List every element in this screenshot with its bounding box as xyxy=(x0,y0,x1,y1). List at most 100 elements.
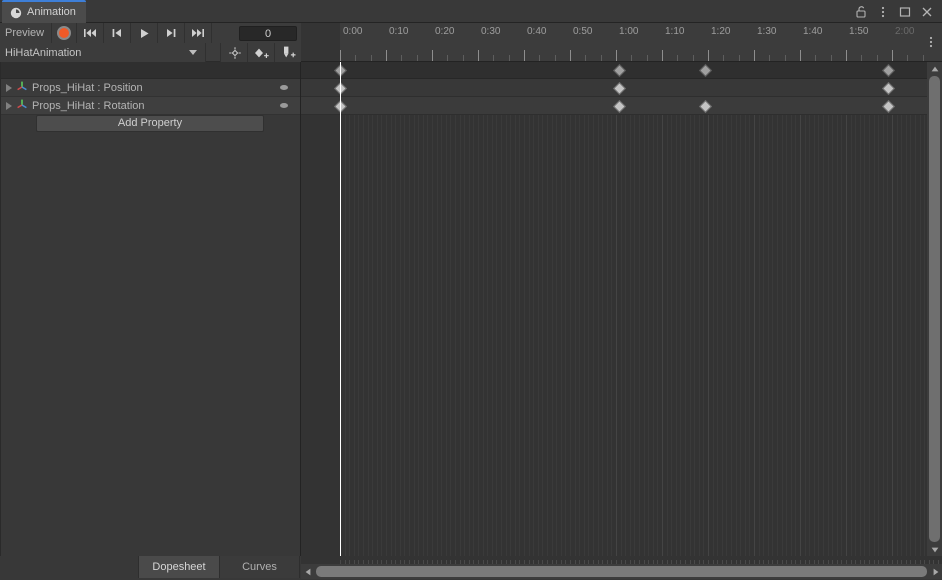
ruler-time-label: 0:10 xyxy=(389,26,409,37)
record-button[interactable] xyxy=(51,23,78,43)
grid-line-minor xyxy=(657,79,658,556)
timeline-ruler[interactable]: 0:00 0:10 0:20 0:30 0:40 0:50 1:00 1:10 1:20 1:30… xyxy=(301,23,942,62)
grid-line-minor xyxy=(404,79,405,556)
frame-input[interactable]: 0 xyxy=(239,25,297,41)
grid-line-minor xyxy=(372,79,373,556)
grid-line-second xyxy=(708,79,709,556)
grid-line-minor xyxy=(717,79,718,556)
grid-line-second xyxy=(662,79,663,556)
play-button[interactable] xyxy=(131,23,159,43)
add-keyframe-crosshair-button[interactable] xyxy=(220,43,248,62)
last-frame-button[interactable] xyxy=(185,23,213,43)
grid-line-minor xyxy=(860,79,861,556)
grid-line-minor xyxy=(855,79,856,556)
grid-line-minor xyxy=(565,79,566,556)
record-icon xyxy=(57,26,72,40)
ruler-major-tick xyxy=(386,50,387,61)
dopesheet-timeline[interactable] xyxy=(301,62,942,556)
grid-line-minor xyxy=(441,79,442,556)
grid-line-minor xyxy=(814,79,815,556)
prev-keyframe-button[interactable] xyxy=(104,23,132,43)
add-property-container: Add Property xyxy=(0,115,300,132)
grid-line-minor xyxy=(690,79,691,556)
grid-line-minor xyxy=(414,79,415,556)
grid-line-minor xyxy=(519,79,520,556)
grid-line-minor xyxy=(818,79,819,556)
horizontal-scroll-thumb[interactable] xyxy=(316,566,927,577)
grid-line-minor xyxy=(915,79,916,556)
add-property-button[interactable]: Add Property xyxy=(36,115,264,132)
scroll-down-arrow-icon[interactable] xyxy=(928,543,941,556)
skip-forward-icon xyxy=(192,29,205,37)
ruler-time-label: 0:40 xyxy=(527,26,547,37)
grid-line-minor xyxy=(368,79,369,556)
ruler-minor-tick xyxy=(463,55,464,61)
ruler-minor-tick xyxy=(539,55,540,61)
ruler-major-tick xyxy=(846,50,847,61)
add-event-button[interactable] xyxy=(274,43,302,62)
vertical-scrollbar[interactable] xyxy=(927,62,942,556)
clip-name-label: HiHatAnimation xyxy=(5,46,82,59)
property-row-rotation[interactable]: Props_HiHat : Rotation xyxy=(0,97,300,115)
timeline-options-icon[interactable] xyxy=(924,23,938,61)
horizontal-scrollbar[interactable] xyxy=(301,564,942,579)
grid-line-minor xyxy=(772,79,773,556)
next-keyframe-button[interactable] xyxy=(158,23,186,43)
lock-icon[interactable] xyxy=(850,1,872,23)
grid-line-minor xyxy=(556,79,557,556)
grid-line-minor xyxy=(460,79,461,556)
ruler-major-tick xyxy=(340,50,341,61)
grid-line-minor xyxy=(685,79,686,556)
diamond-plus-icon xyxy=(254,48,269,58)
grid-line-minor xyxy=(386,79,387,556)
grid-line-minor xyxy=(395,79,396,556)
grid-line-minor xyxy=(653,79,654,556)
playhead-line[interactable] xyxy=(340,62,341,556)
grid-line-minor xyxy=(648,79,649,556)
foldout-arrow-icon[interactable] xyxy=(6,83,12,92)
maximize-icon[interactable] xyxy=(894,1,916,23)
ruler-minor-tick xyxy=(815,55,816,61)
grid-line-minor xyxy=(391,79,392,556)
grid-line-minor xyxy=(736,79,737,556)
scroll-right-arrow-icon[interactable] xyxy=(929,564,942,579)
grid-line-minor xyxy=(524,79,525,556)
grid-line-minor xyxy=(423,79,424,556)
step-backward-icon xyxy=(112,29,122,37)
grid-line-minor xyxy=(768,79,769,556)
grid-line-minor xyxy=(607,79,608,556)
first-frame-button[interactable] xyxy=(77,23,105,43)
curve-indicator-dot[interactable] xyxy=(280,85,288,90)
add-keyframe-button[interactable] xyxy=(247,43,275,62)
grid-line-minor xyxy=(400,79,401,556)
grid-line-minor xyxy=(745,79,746,556)
tab-dopesheet[interactable]: Dopesheet xyxy=(138,556,220,578)
scroll-left-arrow-icon[interactable] xyxy=(301,564,314,579)
kebab-menu-icon[interactable] xyxy=(872,1,894,23)
grid-line-minor xyxy=(621,79,622,556)
tab-curves[interactable]: Curves xyxy=(220,556,300,578)
scroll-up-arrow-icon[interactable] xyxy=(928,62,941,75)
grid-line-second xyxy=(846,79,847,556)
clip-dropdown[interactable]: HiHatAnimation xyxy=(0,43,206,62)
grid-line-minor xyxy=(901,79,902,556)
curve-indicator-dot[interactable] xyxy=(280,103,288,108)
ruler-time-label: 0:20 xyxy=(435,26,455,37)
grid-line-minor xyxy=(906,79,907,556)
preview-label[interactable]: Preview xyxy=(0,27,51,39)
panel-divider[interactable] xyxy=(0,62,1,556)
grid-line-minor xyxy=(478,79,479,556)
ruler-minor-tick xyxy=(631,55,632,61)
foldout-arrow-icon[interactable] xyxy=(6,101,12,110)
vertical-scroll-thumb[interactable] xyxy=(929,76,940,542)
grid-line-minor xyxy=(464,79,465,556)
tab-animation[interactable]: Animation xyxy=(2,0,86,23)
ruler-major-tick xyxy=(524,50,525,61)
ruler-time-label: 2:00 xyxy=(895,26,915,37)
close-icon[interactable] xyxy=(916,1,938,23)
play-icon xyxy=(140,28,149,38)
ruler-minor-tick xyxy=(509,55,510,61)
property-row-position[interactable]: Props_HiHat : Position xyxy=(0,79,300,97)
grid-line-minor xyxy=(529,79,530,556)
grid-line-minor xyxy=(588,79,589,556)
